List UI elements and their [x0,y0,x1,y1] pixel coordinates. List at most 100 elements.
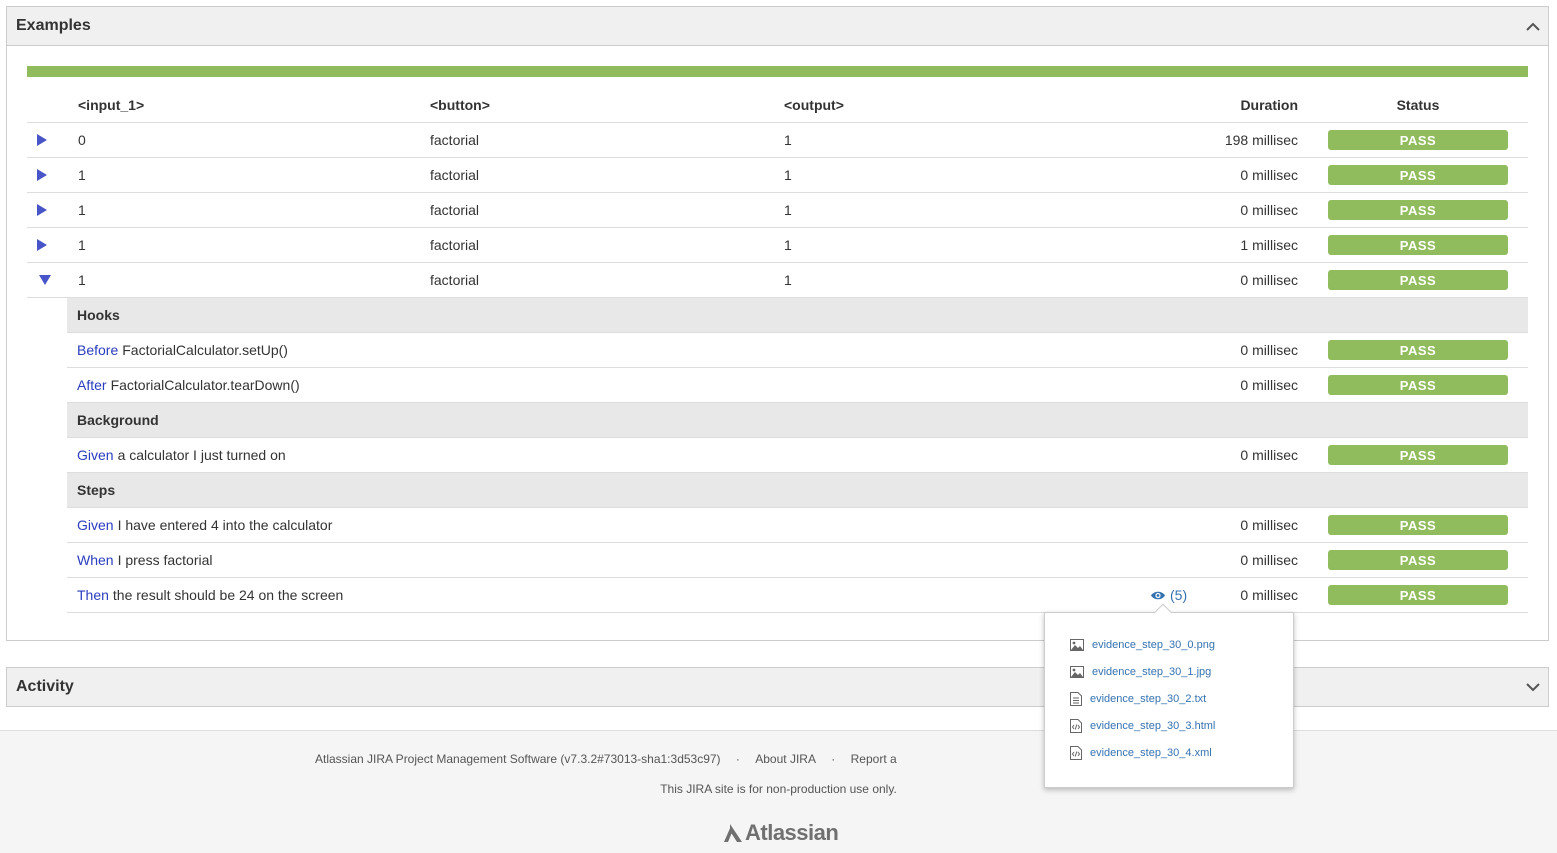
row-button: factorial [430,272,480,288]
header-status: Status [1396,96,1440,113]
step-duration: 0 millisec [1240,552,1298,568]
activity-panel-header[interactable]: Activity [7,668,1548,706]
collapse-triangle-icon[interactable] [37,263,57,297]
footer-separator: · [735,752,740,766]
page-footer: Atlassian JIRA Project Management Softwa… [0,730,1557,853]
progress-bar [27,66,1528,77]
table-row[interactable]: 1 factorial 1 1 millisec PASS [27,228,1528,263]
evidence-file-name: evidence_step_30_1.jpg [1092,666,1212,678]
row-output: 1 [784,237,792,253]
code-file-icon [1070,746,1082,760]
step-duration: 0 millisec [1240,587,1298,603]
step-text: FactorialCalculator.tearDown() [110,377,300,393]
status-badge: PASS [1328,200,1508,220]
evidence-file-link[interactable]: evidence_step_30_2.txt [1070,691,1206,707]
status-badge: PASS [1328,375,1508,395]
hook-row: After FactorialCalculator.tearDown() 0 mi… [67,368,1528,403]
report-link[interactable]: Report a [851,752,897,766]
step-duration: 0 millisec [1240,377,1298,393]
steps-label: Steps [77,482,116,498]
examples-panel: Examples <input_1> <button> <output> Dur… [6,6,1549,641]
row-duration: 1 millisec [1240,237,1298,253]
step-row: When I press factorial 0 millisec PASS [67,543,1528,578]
evidence-file-name: evidence_step_30_0.png [1092,639,1215,651]
row-duration: 198 millisec [1224,132,1298,148]
row-input: 1 [78,272,86,288]
row-output: 1 [784,167,792,183]
examples-panel-header[interactable]: Examples [7,7,1548,46]
expand-triangle-icon[interactable] [37,158,57,192]
status-badge: PASS [1328,515,1508,535]
step-row: Given I have entered 4 into the calculato… [67,508,1528,543]
evidence-file-link[interactable]: evidence_step_30_0.png [1070,637,1215,653]
atlassian-logo[interactable]: Atlassian [722,820,839,846]
evidence-toggle[interactable]: (5) [1150,578,1187,612]
header-input: <input_1> [78,96,145,113]
expand-triangle-icon[interactable] [37,193,57,227]
table-row[interactable]: 1 factorial 1 0 millisec PASS [27,158,1528,193]
step-keyword: Then [77,587,109,603]
activity-panel-title: Activity [16,678,74,695]
step-duration: 0 millisec [1240,342,1298,358]
step-keyword: Given [77,447,114,463]
step-text: a calculator I just turned on [117,447,286,463]
about-jira-link[interactable]: About JIRA [755,752,816,766]
status-badge: PASS [1328,585,1508,605]
atlassian-logo-text: Atlassian [745,820,839,845]
footer-note: This JIRA site is for non-production use… [660,782,897,796]
step-text: I have entered 4 into the calculator [117,517,333,533]
row-duration: 0 millisec [1240,272,1298,288]
step-text: the result should be 24 on the screen [112,587,344,603]
evidence-count: (5) [1170,587,1188,603]
row-button: factorial [430,202,480,218]
evidence-file-link[interactable]: evidence_step_30_1.jpg [1070,664,1211,680]
status-badge: PASS [1328,270,1508,290]
footer-links: Atlassian JIRA Project Management Softwa… [0,752,1557,766]
text-file-icon [1070,692,1082,706]
table-row-expanded[interactable]: 1 factorial 1 0 millisec PASS [27,263,1528,298]
chevron-down-icon[interactable] [1518,668,1548,707]
examples-table: <input_1> <button> <output> Duration Sta… [27,87,1528,613]
step-duration: 0 millisec [1240,447,1298,463]
row-input: 1 [78,237,86,253]
atlassian-logo-icon [724,824,742,842]
header-duration: Duration [1240,96,1298,113]
hooks-section-header: Hooks [67,298,1528,333]
row-output: 1 [784,202,792,218]
row-input: 1 [78,167,86,183]
code-file-icon [1070,719,1082,733]
expand-triangle-icon[interactable] [37,228,57,262]
step-row: Then the result should be 24 on the scree… [67,578,1528,613]
image-icon [1070,666,1084,678]
hooks-label: Hooks [77,307,120,323]
step-duration: 0 millisec [1240,517,1298,533]
table-row[interactable]: 0 factorial 1 198 millisec PASS [27,123,1528,158]
hook-row: Before FactorialCalculator.setUp() 0 mill… [67,333,1528,368]
evidence-file-link[interactable]: evidence_step_30_4.xml [1070,745,1212,761]
row-output: 1 [784,272,792,288]
status-badge: PASS [1328,165,1508,185]
status-badge: PASS [1328,235,1508,255]
activity-panel: Activity [6,667,1549,707]
table-row[interactable]: 1 factorial 1 0 millisec PASS [27,193,1528,228]
row-button: factorial [430,237,480,253]
row-button: factorial [430,167,480,183]
expand-triangle-icon[interactable] [37,123,57,157]
step-keyword: When [77,552,114,568]
steps-section-header: Steps [67,473,1528,508]
evidence-file-name: evidence_step_30_3.html [1090,720,1216,732]
evidence-file-link[interactable]: evidence_step_30_3.html [1070,718,1215,734]
footer-software: Atlassian JIRA Project Management Softwa… [314,752,721,766]
examples-panel-title: Examples [16,17,91,34]
status-badge: PASS [1328,340,1508,360]
step-keyword: Before [77,342,119,358]
header-output: <output> [784,96,844,113]
evidence-popup: evidence_step_30_0.png evidence_step_30_… [1044,603,1294,788]
eye-icon [1151,591,1165,599]
row-duration: 0 millisec [1240,167,1298,183]
step-text: FactorialCalculator.setUp() [122,342,288,358]
background-section-header: Background [67,403,1528,438]
evidence-file-name: evidence_step_30_4.xml [1090,747,1212,759]
chevron-up-icon[interactable] [1518,7,1548,46]
background-label: Background [77,412,159,428]
